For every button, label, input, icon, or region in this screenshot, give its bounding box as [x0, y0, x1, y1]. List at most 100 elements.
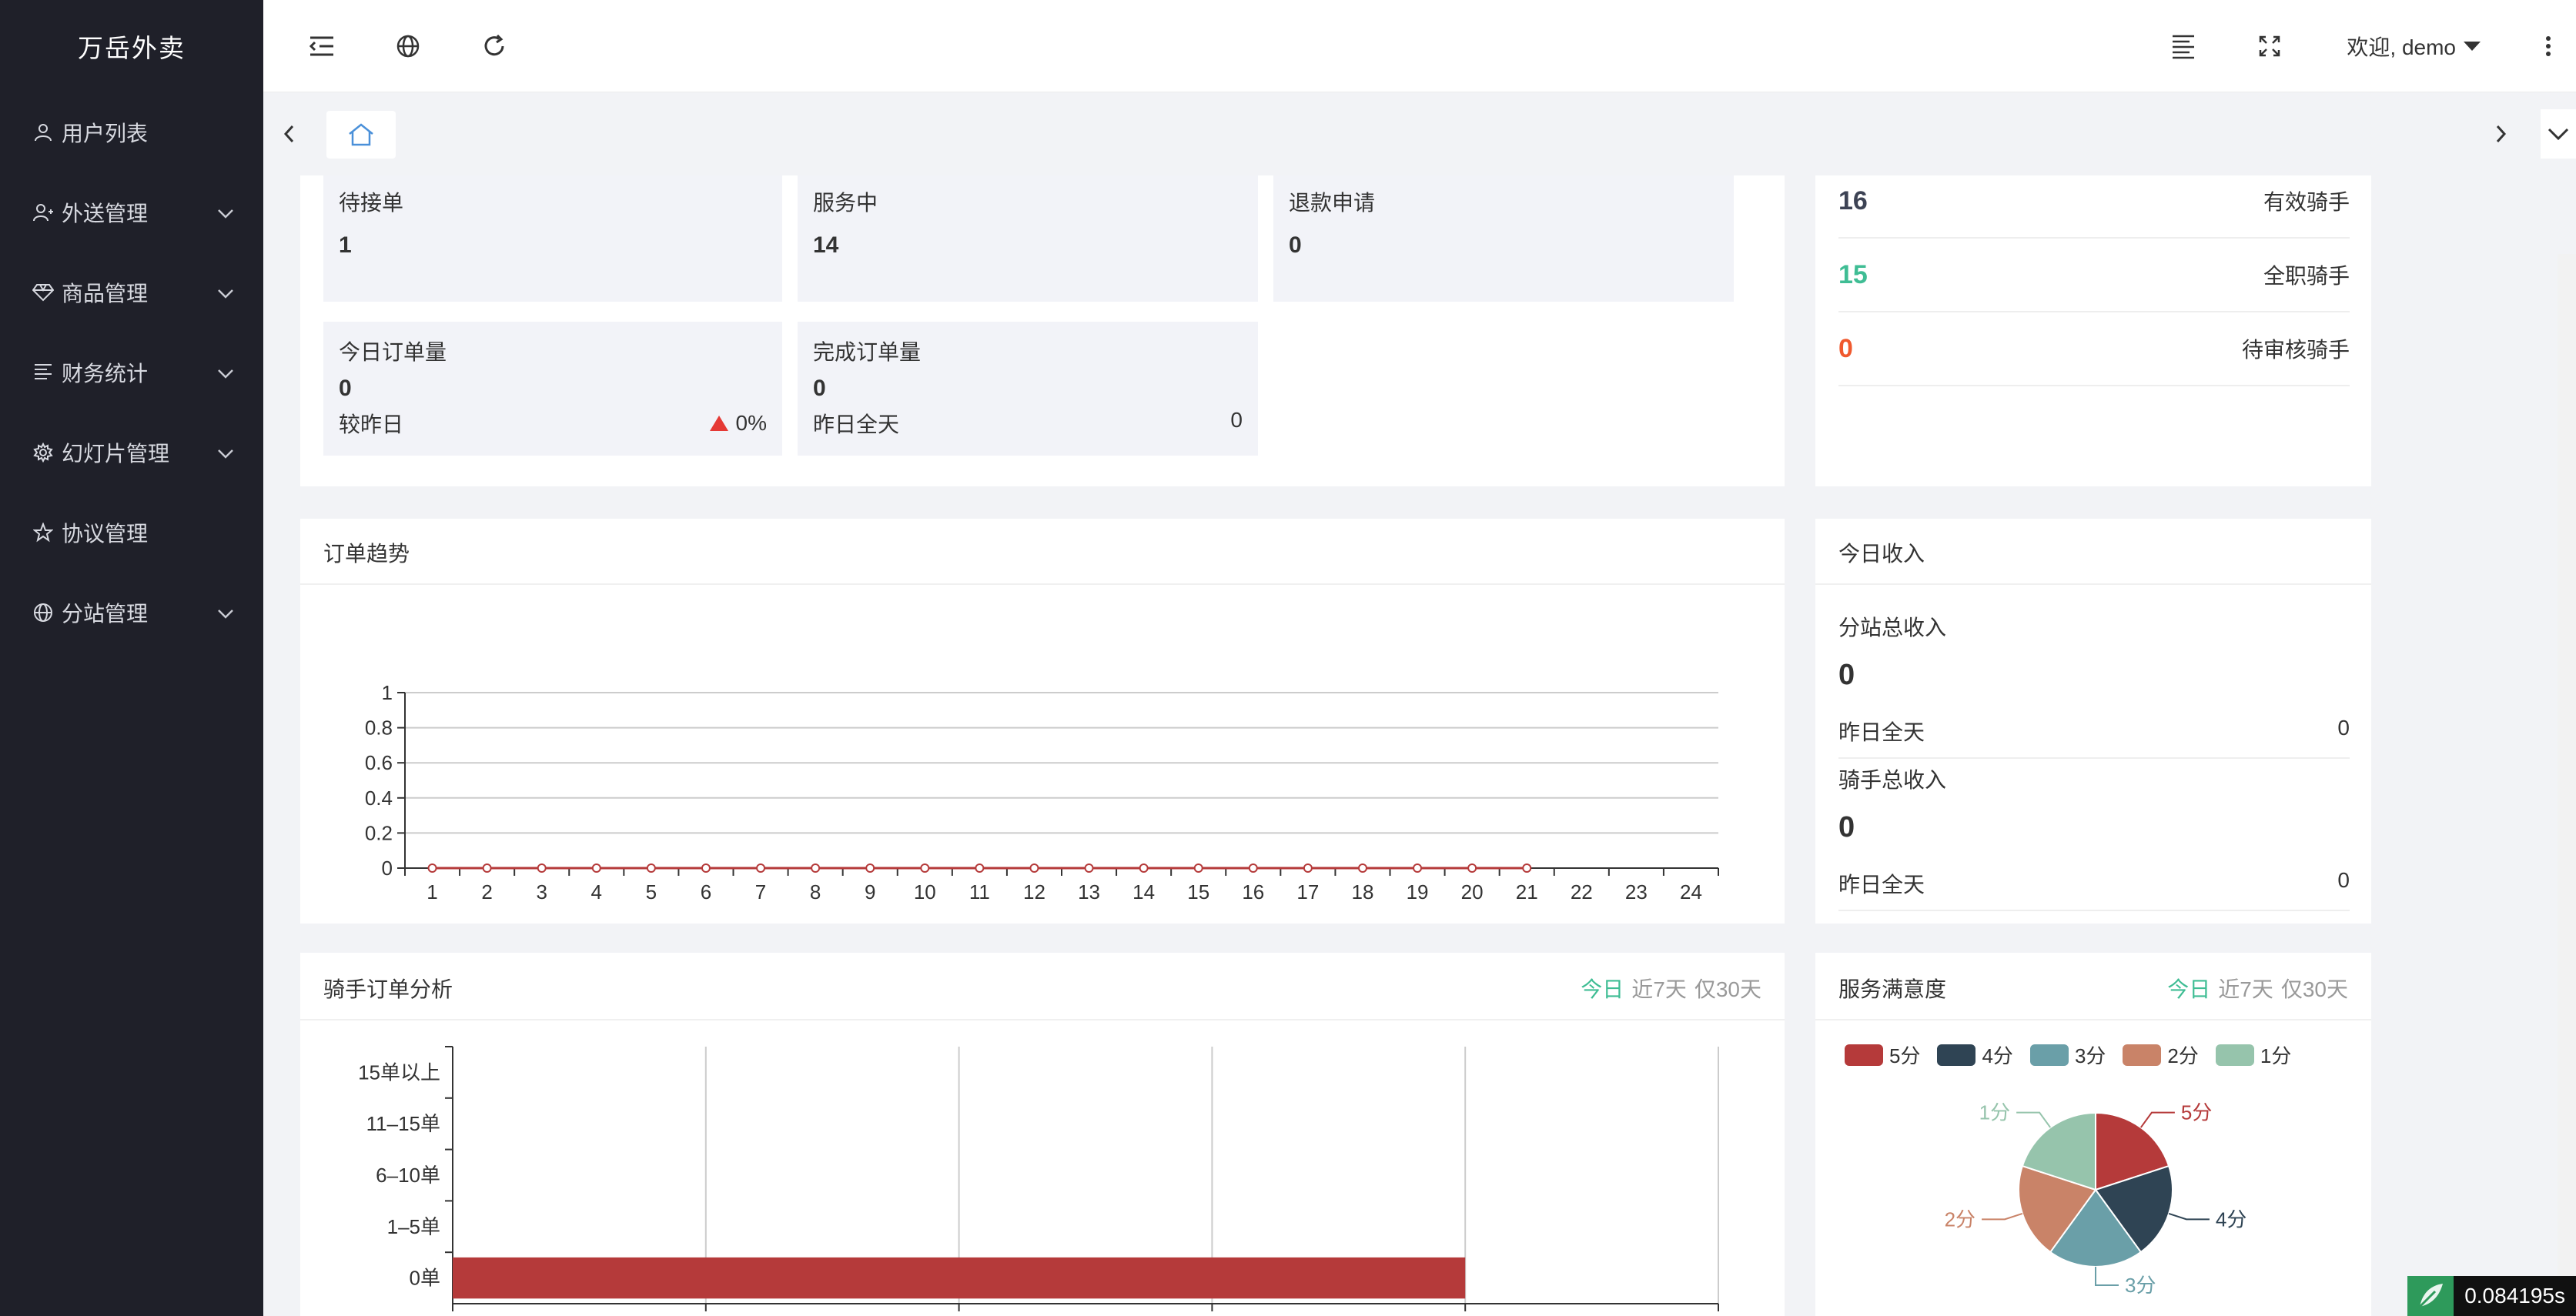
sidebar-item-label: 分站管理 — [62, 602, 149, 626]
data-point — [646, 863, 656, 873]
y-tick-label: 0.2 — [365, 821, 393, 844]
data-point — [1357, 863, 1367, 873]
stat-value: 0 — [813, 376, 826, 401]
rider-label: 待审核骑手 — [2241, 338, 2350, 362]
data-point — [1029, 863, 1039, 873]
stat-refund[interactable]: 退款申请 0 — [1273, 175, 1734, 302]
filter-today[interactable]: 今日 — [2167, 973, 2210, 1004]
y-tick-label: 1 — [382, 681, 393, 704]
data-point — [1413, 863, 1423, 873]
y-tick-label: 0.8 — [365, 716, 393, 740]
chevron-down-icon — [217, 360, 234, 385]
x-tick-label: 7 — [755, 880, 766, 903]
pie-label: 4分 — [2216, 1207, 2246, 1231]
sidebar-item-3[interactable]: 财务统计 — [0, 332, 263, 413]
filter-30days[interactable]: 仅30天 — [2281, 973, 2348, 1004]
sidebar-item-0[interactable]: 用户列表 — [0, 92, 263, 172]
stat-value: 0 — [1289, 232, 1302, 258]
stat-serving[interactable]: 服务中 14 — [798, 175, 1258, 302]
x-tick-label: 6 — [701, 880, 711, 903]
filter-today[interactable]: 今日 — [1581, 973, 1624, 1004]
y-tick-label: 0.4 — [365, 787, 393, 810]
rider-row-pending: 0 待审核骑手 — [1838, 312, 2350, 386]
data-point — [1303, 863, 1313, 873]
page-scrollbar[interactable] — [2558, 254, 2576, 1316]
x-tick-label: 17 — [1296, 880, 1319, 903]
y-tick-label: 0 — [382, 857, 393, 880]
legend-item[interactable]: 3分 — [2029, 1040, 2106, 1069]
x-tick-label: 12 — [1023, 880, 1045, 903]
filter-7days[interactable]: 近7天 — [1631, 973, 1687, 1004]
rider-count: 16 — [1838, 185, 1868, 215]
legend-label: 2分 — [2167, 1044, 2199, 1067]
order-trend-chart: 00.20.40.60.811 2 3 4 5 6 7 8 9 10 11 12 13 14 15 16 17 1… — [365, 681, 1719, 903]
filter-7days[interactable]: 近7天 — [2218, 973, 2273, 1004]
y-tick-label: 0.6 — [365, 751, 393, 774]
pie-label-line — [2168, 1212, 2210, 1221]
rider-income-value: 0 — [1838, 811, 1855, 843]
collapse-menu-icon[interactable] — [303, 28, 340, 65]
x-tick-label: 10 — [914, 880, 936, 903]
x-tick-label: 3 — [536, 880, 547, 903]
data-point — [591, 863, 601, 873]
notes-icon[interactable] — [2165, 28, 2202, 65]
legend-label: 4分 — [1982, 1044, 2013, 1067]
x-tick-label: 5 — [646, 880, 657, 903]
sidebar-item-4[interactable]: 幻灯片管理 — [0, 413, 263, 493]
y-tick-label: 0单 — [410, 1267, 440, 1290]
data-point — [811, 863, 821, 873]
rider-analysis-filters: 今日 近7天 仅30天 — [1581, 973, 1761, 1004]
filter-30days[interactable]: 仅30天 — [1694, 973, 1761, 1004]
legend-item[interactable]: 4分 — [1937, 1040, 2013, 1069]
refresh-icon[interactable] — [476, 28, 513, 65]
sidebar-item-1[interactable]: 外送管理 — [0, 172, 263, 252]
pie-label-line — [2095, 1267, 2119, 1286]
user-icon — [32, 122, 54, 143]
x-tick-label: 1 — [427, 880, 437, 903]
more-vertical-icon[interactable] — [2530, 28, 2567, 65]
stat-today-orders[interactable]: 今日订单量 0 较昨日 0% — [323, 322, 782, 456]
stat-value: 0 — [339, 376, 352, 401]
legend-swatch — [1937, 1044, 1976, 1066]
sidebar: 万岳外卖 用户列表 外送管理 商品管理 财务统计幻灯片管理协议管理分站管理 — [0, 0, 263, 1316]
divider — [1815, 1019, 2371, 1020]
app-title: 万岳外卖 — [78, 34, 186, 62]
debug-timer: 0.084195s — [2407, 1276, 2576, 1316]
x-tick-label: 15 — [1187, 880, 1209, 903]
sidebar-item-5[interactable]: 协议管理 — [0, 493, 263, 573]
sidebar-item-2[interactable]: 商品管理 — [0, 252, 263, 332]
sidebar-item-6[interactable]: 分站管理 — [0, 573, 263, 653]
y-tick-label: 15单以上 — [358, 1060, 440, 1084]
home-tab[interactable] — [326, 111, 396, 159]
fullscreen-icon[interactable] — [2251, 28, 2288, 65]
globe-icon[interactable] — [390, 28, 427, 65]
tabs-prev-icon[interactable] — [271, 115, 308, 152]
pie-label: 3分 — [2125, 1274, 2156, 1297]
pie-label: 2分 — [1945, 1207, 1975, 1231]
data-point — [1139, 863, 1149, 873]
tabs-next-icon[interactable] — [2482, 115, 2519, 152]
pie-label-line — [1982, 1212, 2023, 1221]
data-point — [1522, 863, 1532, 873]
topbar: 欢迎, demo — [263, 0, 2576, 92]
data-point — [920, 863, 930, 873]
x-tick-label: 8 — [810, 880, 821, 903]
home-icon — [349, 123, 373, 146]
user-menu[interactable]: 欢迎, demo — [2347, 28, 2481, 65]
legend-swatch — [1845, 1044, 1883, 1066]
x-tick-label: 2 — [481, 880, 492, 903]
tabs-dropdown-icon[interactable] — [2541, 109, 2576, 159]
data-point — [865, 863, 875, 873]
stat-completed[interactable]: 完成订单量 0 昨日全天 0 — [798, 322, 1258, 456]
legend-item[interactable]: 5分 — [1845, 1040, 1920, 1069]
legend-item[interactable]: 1分 — [2215, 1040, 2291, 1069]
x-tick-label: 16 — [1242, 880, 1264, 903]
satisfaction-pie-chart: 5分 4分 3分 2分 1分 — [1945, 1101, 2247, 1297]
x-tick-label: 4 — [591, 880, 602, 903]
welcome-text: 欢迎, demo — [2347, 35, 2456, 59]
legend-label: 3分 — [2074, 1044, 2106, 1067]
sidebar-item-label: 幻灯片管理 — [62, 442, 170, 466]
data-point — [1193, 863, 1203, 873]
stat-pending[interactable]: 待接单 1 — [323, 175, 782, 302]
legend-item[interactable]: 2分 — [2123, 1040, 2199, 1069]
